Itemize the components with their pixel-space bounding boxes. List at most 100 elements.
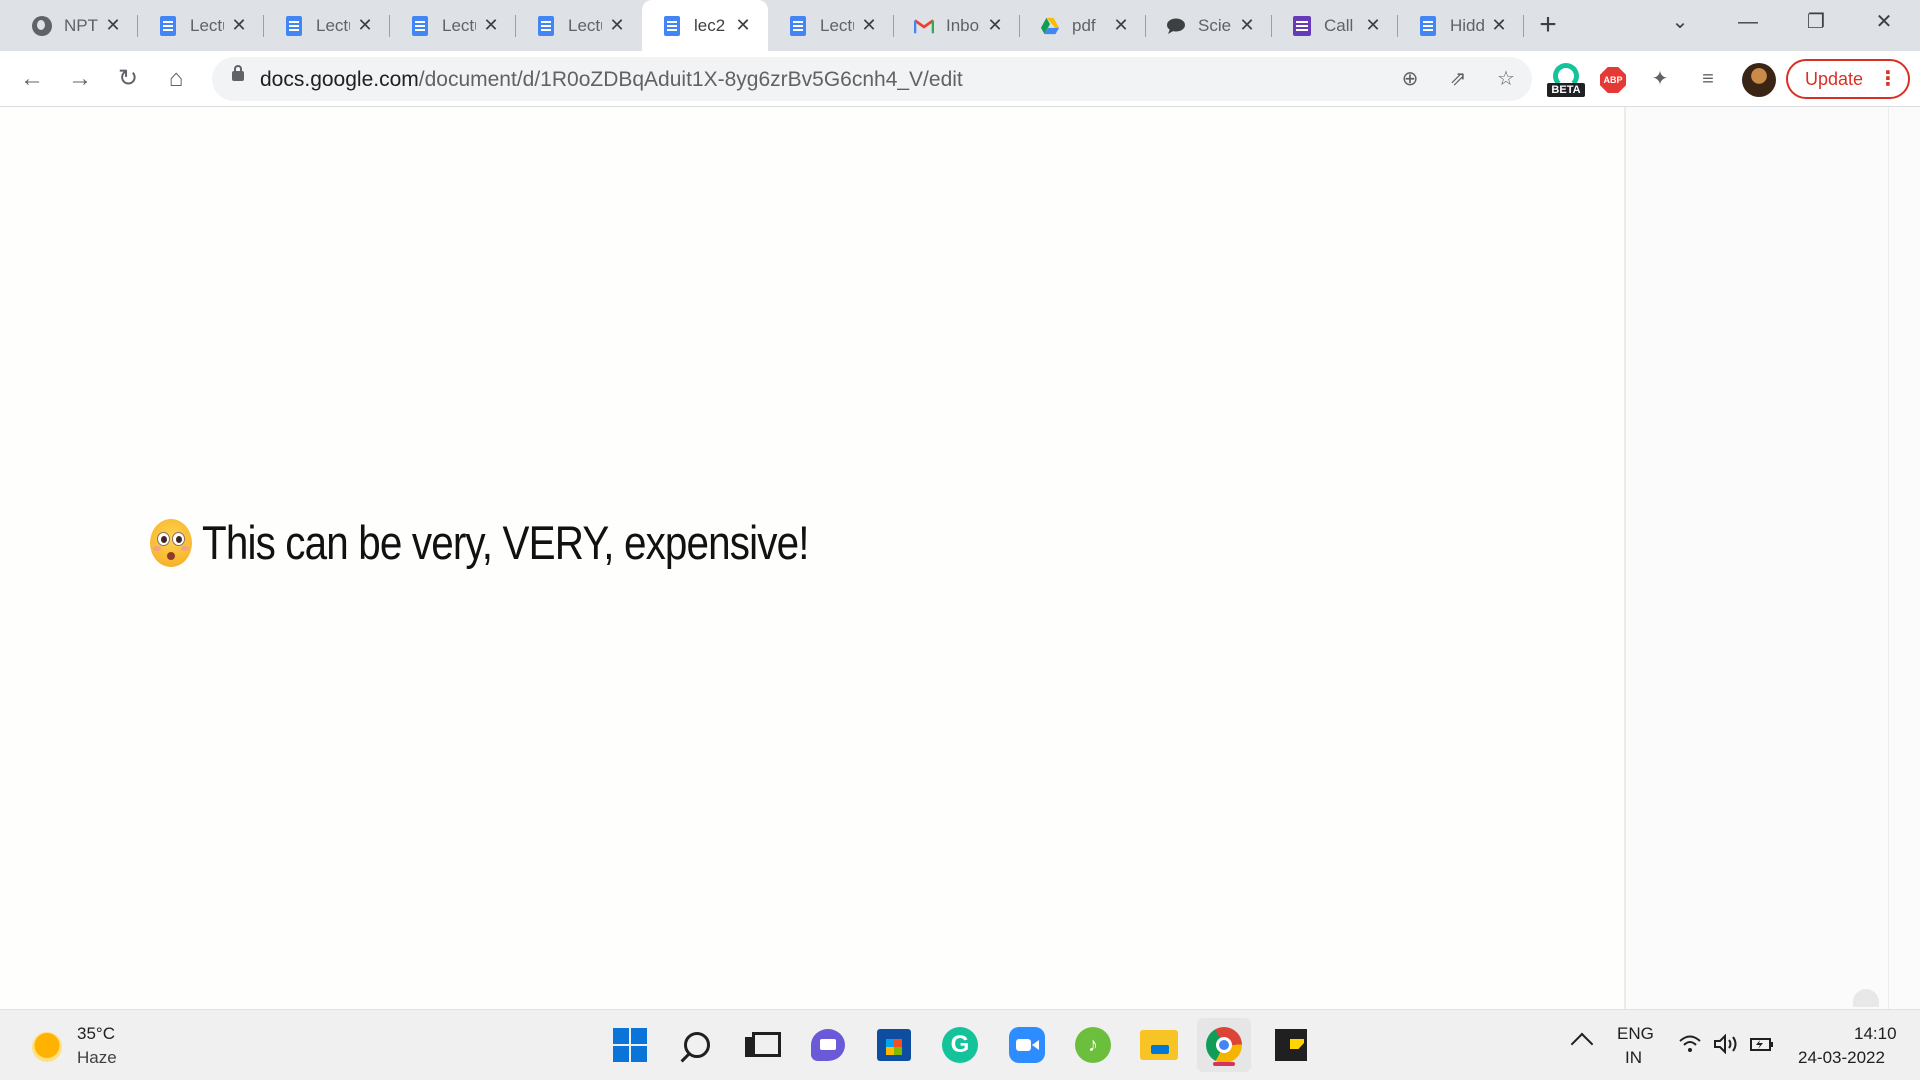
document-headline: This can be very, VERY, expensive! [150, 515, 907, 570]
file-explorer-button[interactable] [1139, 1025, 1179, 1065]
headline-text: This can be very, VERY, expensive! [202, 516, 809, 569]
clock-time[interactable]: 14:10 [1854, 1024, 1897, 1044]
clock-date[interactable]: 24-03-2022 [1798, 1048, 1885, 1068]
docs-icon [788, 15, 808, 36]
tab-inbox[interactable]: Inbox ✕ [894, 0, 1020, 51]
volume-icon[interactable] [1713, 1033, 1739, 1060]
store-icon [877, 1029, 911, 1061]
close-icon[interactable]: ✕ [1236, 14, 1258, 36]
tab-title: lec2 [694, 15, 726, 35]
close-window-icon[interactable]: ✕ [1852, 0, 1916, 44]
zoom-icon[interactable]: ⊕ [1396, 65, 1424, 93]
flushed-face-emoji-icon [150, 518, 192, 567]
document-viewport: This can be very, VERY, expensive! [0, 107, 1920, 1009]
back-arrow-icon[interactable]: ← [16, 63, 48, 95]
task-view-icon [745, 1032, 781, 1058]
sticky-notes-button[interactable] [1271, 1025, 1311, 1065]
weather-haze-icon[interactable] [32, 1032, 62, 1062]
url-text[interactable]: docs.google.com/document/d/1R0oZDBqAduit… [260, 68, 963, 92]
bookmark-star-icon[interactable]: ☆ [1492, 65, 1520, 93]
close-icon[interactable]: ✕ [354, 14, 376, 36]
browser-toolbar: ← → ↻ ⌂ docs.google.com/document/d/1R0oZ… [0, 51, 1920, 107]
home-icon[interactable]: ⌂ [160, 63, 192, 95]
new-tab-button[interactable]: + [1530, 8, 1566, 44]
minimize-icon[interactable]: — [1716, 0, 1780, 44]
close-icon[interactable]: ✕ [1488, 14, 1510, 36]
battery-icon[interactable] [1749, 1034, 1775, 1060]
grammarly-icon: G [942, 1027, 978, 1063]
document-page[interactable]: This can be very, VERY, expensive! [0, 107, 1624, 1009]
tab-nptel[interactable]: NPTEL ✕ [12, 0, 138, 51]
tab-title: Science [1198, 15, 1232, 35]
tab-title: Hidden [1450, 15, 1484, 35]
globe-icon [32, 15, 52, 36]
teams-chat-button[interactable] [808, 1025, 848, 1065]
update-button[interactable]: Update ⋮ [1786, 59, 1910, 99]
close-icon[interactable]: ✕ [228, 14, 250, 36]
weather-description[interactable]: Haze [77, 1048, 117, 1068]
grammarly-beta-extension-icon[interactable]: BETA [1547, 61, 1585, 99]
teams-chat-icon [811, 1029, 845, 1061]
tab-science[interactable]: Science ✕ [1146, 0, 1272, 51]
lock-icon[interactable] [232, 65, 244, 81]
close-icon[interactable]: ✕ [102, 14, 124, 36]
tab-lecture-3[interactable]: Lecture ✕ [390, 0, 516, 51]
profile-avatar[interactable] [1742, 63, 1776, 97]
language-indicator[interactable]: ENG [1617, 1024, 1654, 1044]
green-app-button[interactable]: ♪ [1073, 1025, 1113, 1065]
drive-icon [1040, 16, 1060, 36]
extensions-puzzle-icon[interactable]: ✦ [1644, 63, 1676, 95]
tab-hidden[interactable]: Hidden ✕ [1398, 0, 1524, 51]
close-icon[interactable]: ✕ [1110, 14, 1132, 36]
chrome-active-indicator [1213, 1062, 1235, 1066]
close-icon[interactable]: ✕ [732, 14, 754, 36]
tab-lecture-1[interactable]: Lecture ✕ [138, 0, 264, 51]
tab-title: Inbox [946, 15, 980, 35]
close-icon[interactable]: ✕ [858, 14, 880, 36]
forms-icon [1292, 15, 1312, 36]
chevron-up-icon[interactable] [1570, 1032, 1594, 1056]
reload-icon[interactable]: ↻ [112, 63, 144, 95]
tab-pdf[interactable]: pdf ✕ [1020, 0, 1146, 51]
restore-icon[interactable]: ❐ [1784, 0, 1848, 44]
close-icon[interactable]: ✕ [606, 14, 628, 36]
adblock-plus-icon[interactable]: ABP [1600, 67, 1626, 93]
tab-title: Call [1324, 15, 1354, 35]
search-icon [684, 1032, 710, 1058]
close-icon[interactable]: ✕ [1362, 14, 1384, 36]
forward-arrow-icon[interactable]: → [64, 63, 96, 95]
docs-icon [284, 15, 304, 36]
docs-icon [158, 15, 178, 36]
search-button[interactable] [677, 1025, 717, 1065]
taskbar: 35°C Haze G ♪ ENG IN 14:10 24-03-2022 [0, 1009, 1920, 1080]
media-queue-icon[interactable]: ≡ [1692, 63, 1724, 95]
task-view-button[interactable] [740, 1025, 781, 1065]
language-region[interactable]: IN [1625, 1048, 1642, 1068]
microsoft-store-button[interactable] [874, 1025, 914, 1065]
docs-icon [1418, 15, 1438, 36]
beta-label: BETA [1547, 83, 1585, 97]
grammarly-button[interactable]: G [940, 1025, 980, 1065]
tab-title: Lecture [316, 15, 350, 35]
wifi-icon[interactable] [1678, 1034, 1702, 1060]
weather-temperature[interactable]: 35°C [77, 1024, 115, 1044]
tab-search-chevron-icon[interactable]: ⌄ [1648, 0, 1712, 44]
chrome-icon [1206, 1027, 1242, 1063]
gmail-icon [914, 16, 934, 36]
tab-title: Lecture [442, 15, 476, 35]
side-panel [1624, 107, 1888, 1009]
tab-lec2-active[interactable]: lec2 ✕ [642, 0, 768, 51]
address-bar[interactable]: docs.google.com/document/d/1R0oZDBqAduit… [212, 57, 1532, 101]
start-button[interactable] [610, 1025, 650, 1065]
docs-icon [410, 15, 430, 36]
share-icon[interactable]: ⇗ [1444, 65, 1472, 93]
tab-lecture-2[interactable]: Lecture ✕ [264, 0, 390, 51]
tab-call[interactable]: Call ✕ [1272, 0, 1398, 51]
tab-lecture-4[interactable]: Lecture ✕ [516, 0, 642, 51]
tab-lecture-5[interactable]: Lecture ✕ [768, 0, 894, 51]
vertical-scrollbar[interactable] [1888, 107, 1920, 1009]
close-icon[interactable]: ✕ [480, 14, 502, 36]
close-icon[interactable]: ✕ [984, 14, 1006, 36]
zoom-app-button[interactable] [1007, 1025, 1047, 1065]
more-vertical-icon[interactable]: ⋮ [1878, 61, 1898, 97]
